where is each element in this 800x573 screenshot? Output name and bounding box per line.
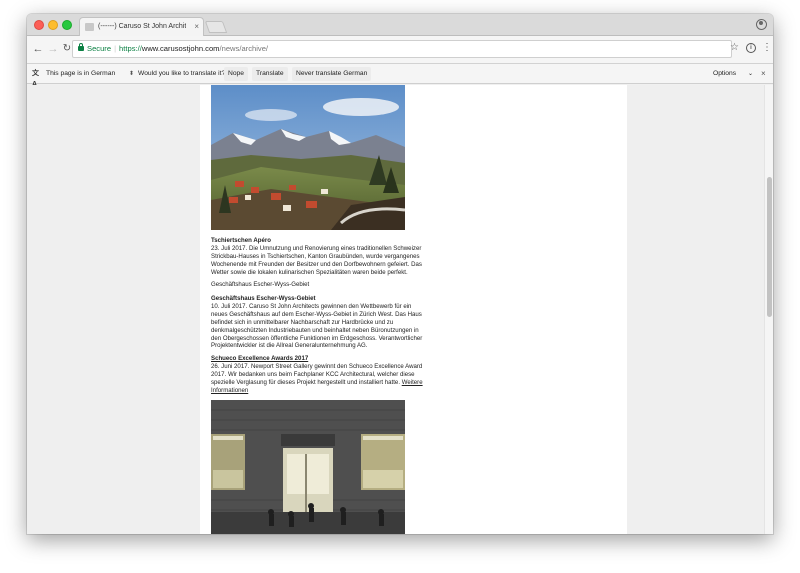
- article-tschiertschen: Tschiertschen Apéro 23. Juli 2017. Die U…: [211, 237, 426, 277]
- url-separator: |: [114, 44, 117, 53]
- translate-page-is-in: This page is in: [46, 70, 90, 77]
- address-bar[interactable]: Secure | https://www.carusostjohn.com/news…: [72, 40, 732, 58]
- secure-label: Secure: [87, 44, 112, 53]
- article-text: 10. Juli 2017. Caruso St John Architects…: [211, 303, 426, 350]
- page-viewport[interactable]: Tschiertschen Apéro 23. Juli 2017. Die U…: [27, 85, 773, 534]
- article-body: Caruso St John Architects gewinnen den W…: [211, 302, 423, 350]
- url-host: www.carusostjohn.com: [141, 44, 220, 53]
- never-translate-button[interactable]: Never translate German: [292, 67, 372, 81]
- tab-active[interactable]: (------) Caruso St John Archit ×: [79, 17, 204, 37]
- url-path: /news/archive/: [219, 44, 269, 53]
- options-label: Options: [713, 70, 737, 77]
- toolbar: ← → ↻ Secure | https://www.carusostjohn.co…: [27, 36, 773, 64]
- favicon-icon: [85, 23, 94, 31]
- translate-question: Would you like to translate it?: [138, 70, 226, 77]
- language-select[interactable]: German ⬍: [90, 67, 134, 81]
- lock-icon: [78, 43, 84, 51]
- article-escher-wyss: Geschäftshaus Escher-Wyss-Gebiet 10. Jul…: [211, 295, 426, 350]
- article-date: 10. Juli 2017.: [211, 302, 248, 310]
- browser-window: (------) Caruso St John Archit × ← → ↻ S…: [27, 14, 773, 534]
- article-schueco: Schueco Excellence Awards 2017 26. Juni …: [211, 355, 426, 395]
- bookmark-star-icon[interactable]: ☆: [730, 42, 739, 53]
- tab-strip: (------) Caruso St John Archit ×: [27, 14, 773, 37]
- article-title: Tschiertschen Apéro: [211, 237, 271, 244]
- new-tab-button[interactable]: [204, 21, 228, 33]
- vertical-scrollbar[interactable]: [764, 85, 773, 534]
- nope-button[interactable]: Nope: [224, 67, 248, 81]
- translate-icon: 文A: [32, 70, 39, 88]
- translate-button[interactable]: Translate: [252, 67, 288, 81]
- back-icon[interactable]: ←: [31, 42, 45, 56]
- profile-icon[interactable]: [756, 19, 767, 30]
- tschiertschen-photo: [211, 85, 405, 230]
- gallery-photo: [211, 400, 405, 534]
- tab-close-icon[interactable]: ×: [194, 18, 199, 36]
- page-content-column: Tschiertschen Apéro 23. Juli 2017. Die U…: [200, 85, 627, 534]
- article-title: Geschäftshaus Escher-Wyss-Gebiet: [211, 295, 316, 302]
- scrollbar-thumb[interactable]: [767, 177, 772, 317]
- translate-bar: 文A This page is in German ⬍ Would you li…: [27, 64, 773, 88]
- minimize-window-button[interactable]: [48, 20, 58, 30]
- url-scheme: https://: [119, 44, 142, 53]
- article-text: 23. Juli 2017. Die Umnutzung und Renovie…: [211, 245, 426, 277]
- menu-icon[interactable]: ⋮: [762, 41, 772, 55]
- article-title-link[interactable]: Schueco Excellence Awards 2017: [211, 355, 426, 363]
- article-date: 23. Juli 2017.: [211, 244, 248, 252]
- close-window-button[interactable]: [34, 20, 44, 30]
- select-chevron-icon: ⬍: [128, 71, 134, 77]
- options-dropdown[interactable]: Options ⌄: [713, 67, 755, 81]
- zoom-window-button[interactable]: [62, 20, 72, 30]
- forward-icon[interactable]: →: [46, 42, 60, 56]
- translate-close-icon[interactable]: ×: [761, 67, 766, 81]
- language-select-value: German: [91, 70, 116, 77]
- article-date: 26. Juni 2017.: [211, 362, 250, 370]
- plain-heading: Geschäftshaus Escher-Wyss-Gebiet: [211, 281, 310, 288]
- article-text: 26. Juni 2017. Newport Street Gallery ge…: [211, 363, 426, 395]
- info-icon[interactable]: i: [746, 43, 756, 53]
- tab-title: (------) Caruso St John Archit: [98, 23, 187, 30]
- chevron-down-icon: ⌄: [747, 71, 753, 77]
